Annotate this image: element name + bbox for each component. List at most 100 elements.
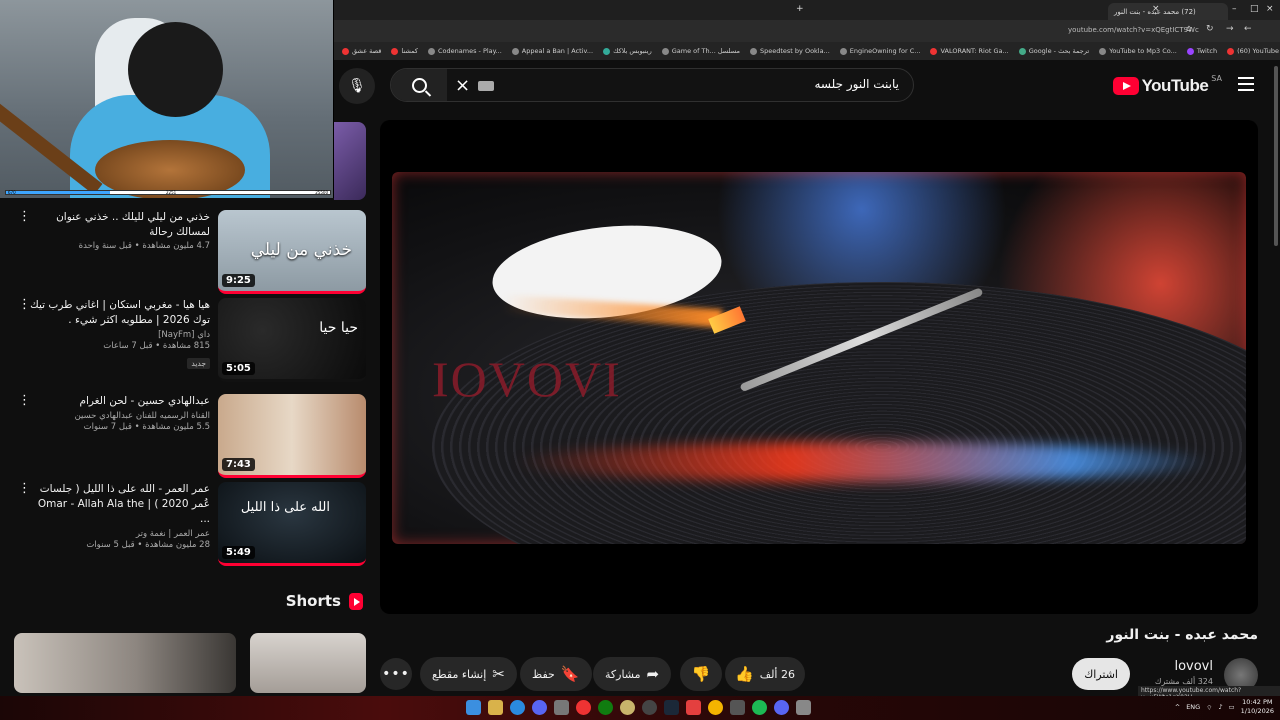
bookmark-item[interactable]: YouTube to Mp3 Co... <box>1099 47 1177 55</box>
page-scrollbar[interactable] <box>1272 60 1280 696</box>
like-icon[interactable]: 👍 <box>735 665 754 683</box>
bookmark-item[interactable]: EngineOwning for C... <box>839 47 920 55</box>
youtube-logo[interactable]: YouTube SA <box>1112 74 1222 96</box>
scrollbar-thumb[interactable] <box>1274 66 1278 246</box>
channel-name[interactable]: lovovl <box>1174 659 1213 674</box>
short-card[interactable] <box>250 633 366 693</box>
bookmark-favicon-icon <box>511 47 519 55</box>
window-close-icon[interactable]: × <box>1266 4 1274 14</box>
browser-tab[interactable]: (72) محمد عبده - بنت النور <box>1108 3 1228 20</box>
obs-icon[interactable] <box>642 700 657 715</box>
back-icon[interactable]: ← <box>1244 24 1252 34</box>
video-title-link[interactable]: خذني من ليلي لليلك .. خذني عنوان لمسالك … <box>30 210 210 240</box>
discord-icon[interactable] <box>532 700 547 715</box>
file-explorer-icon[interactable] <box>488 700 503 715</box>
short-card[interactable] <box>14 633 236 693</box>
video-title-link[interactable]: هيا هيا - مغربي استكان | اغاني طرب تيك ت… <box>30 298 210 328</box>
light-streak <box>512 442 1212 482</box>
bookmark-item[interactable]: Game of Th... مسلسل <box>661 47 740 55</box>
language-indicator[interactable]: ENG <box>1186 703 1200 711</box>
channel-name[interactable]: عمر العمر | نغمة وتر <box>30 529 210 539</box>
forward-icon[interactable]: → <box>1226 24 1234 34</box>
list-item[interactable]: حيا حيا 5:05 هيا هيا - مغربي استكان | اغ… <box>10 298 366 382</box>
video-thumbnail[interactable]: الله على ذا الليل 5:49 <box>218 482 366 566</box>
clock[interactable]: 10:42 PM 1/10/2026 <box>1241 698 1274 716</box>
subscribe-button[interactable]: اشتراك <box>1072 658 1130 690</box>
video-meta: 5.5 مليون مشاهدة • قبل 7 سنوات <box>83 422 210 432</box>
dislike-icon: 👎 <box>691 665 711 683</box>
channel-name[interactable]: القناة الرسميه للفنان عبدالهادي حسين <box>30 411 210 421</box>
clip-button[interactable]: ✂ إنشاء مقطع <box>420 657 517 691</box>
list-item[interactable]: الله على ذا الليل 5:49 عمر العمر - الله … <box>10 482 366 566</box>
bookmark-favicon-icon <box>661 47 669 55</box>
video-title-link[interactable]: عبدالهادي حسين - لحن الغرام <box>30 394 210 409</box>
store-icon[interactable] <box>554 700 569 715</box>
save-button[interactable]: 🔖 حفظ <box>520 657 592 691</box>
share-button[interactable]: ➦ مشاركة <box>593 657 672 691</box>
bookmark-item[interactable]: Twitch <box>1186 47 1217 55</box>
video-player[interactable]: IOVOVI <box>380 120 1258 614</box>
tab-close-icon[interactable]: × <box>1152 4 1160 14</box>
bookmark-item[interactable]: كمشنا <box>391 47 418 55</box>
list-item[interactable]: 7:43 عبدالهادي حسين - لحن الغرام القناة … <box>10 394 366 478</box>
dislike-button[interactable]: 👎 <box>680 657 722 691</box>
more-actions-icon[interactable]: ••• <box>380 658 412 690</box>
tray-chevron-icon[interactable]: ^ <box>1175 703 1180 711</box>
kebab-menu-icon[interactable]: ⋮ <box>18 482 31 495</box>
bookmark-item[interactable]: (60) YouTube <box>1227 47 1279 55</box>
search-button[interactable] <box>391 69 447 101</box>
clear-search-icon[interactable]: × <box>455 75 470 96</box>
discord-alt-icon[interactable] <box>774 700 789 715</box>
bookmark-item[interactable]: قصة عشق <box>342 47 381 55</box>
xbox-icon[interactable] <box>598 700 613 715</box>
minimize-icon[interactable]: – <box>1232 4 1237 14</box>
new-tab-icon[interactable]: + <box>796 4 804 14</box>
edge-icon[interactable] <box>510 700 525 715</box>
steam-icon[interactable] <box>664 700 679 715</box>
video-thumbnail[interactable]: حيا حيا 5:05 <box>218 298 366 382</box>
maximize-icon[interactable]: □ <box>1250 4 1259 14</box>
windows-start-icon[interactable] <box>466 700 481 715</box>
channel-name[interactable]: داي [NayFm] <box>30 330 210 340</box>
opera-icon[interactable] <box>576 700 591 715</box>
tool-icon[interactable] <box>796 700 811 715</box>
search-input[interactable]: × يابنت النور جلسه <box>390 68 914 102</box>
battery-icon[interactable]: ▭ <box>1229 703 1235 711</box>
bookmark-label: Appeal a Ban | Activ... <box>521 47 594 55</box>
list-item[interactable]: خذني من ليلي 9:25 خذني من ليلي لليلك .. … <box>10 210 366 294</box>
bookmark-item[interactable]: Codenames - Play... <box>428 47 502 55</box>
video-frame: IOVOVI <box>392 172 1246 544</box>
chrome-icon[interactable] <box>708 700 723 715</box>
bookmark-favicon-icon <box>1099 47 1107 55</box>
spotify-icon[interactable] <box>752 700 767 715</box>
hamburger-menu-icon[interactable] <box>1238 77 1254 91</box>
bookmark-item[interactable]: VALORANT: Riot Ga... <box>930 47 1009 55</box>
video-thumbnail[interactable]: خذني من ليلي 9:25 <box>218 210 366 294</box>
voice-search-button[interactable]: 🎙 <box>339 68 375 104</box>
valorant-icon[interactable] <box>686 700 701 715</box>
kebab-menu-icon[interactable]: ⋮ <box>18 210 31 223</box>
webcam-progress-bar: 670 2251 25500 <box>5 190 331 195</box>
kebab-menu-icon[interactable]: ⋮ <box>18 298 31 311</box>
wifi-icon[interactable]: ⌔ <box>1206 703 1212 712</box>
kebab-menu-icon[interactable]: ⋮ <box>18 394 31 407</box>
bookmark-item[interactable]: Speedtest by Ookla... <box>749 47 830 55</box>
share-label: مشاركة <box>605 667 641 681</box>
partial-thumbnail[interactable] <box>334 122 366 200</box>
bookmark-item[interactable]: Appeal a Ban | Activ... <box>511 47 594 55</box>
keyboard-icon[interactable] <box>478 81 494 91</box>
bookmark-item[interactable]: Google - ترجمة بحث <box>1018 47 1089 55</box>
video-title-link[interactable]: عمر العمر - الله على ذا الليل ( جلسات عُ… <box>30 482 210 527</box>
home-icon[interactable]: ⌂ <box>1186 24 1192 34</box>
video-title: محمد عبده - بنت النور <box>1106 627 1258 643</box>
terminal-icon[interactable] <box>730 700 745 715</box>
scissors-icon: ✂ <box>492 665 505 683</box>
bookmark-item[interactable]: رينبوبس بلاكك <box>603 47 652 55</box>
search-icon <box>411 77 427 93</box>
volume-icon[interactable]: ♪ <box>1218 703 1222 711</box>
progress-label-left: 670 <box>8 190 16 195</box>
reload-icon[interactable]: ↻ <box>1206 24 1214 34</box>
address-bar[interactable]: youtube.com/watch?v=xQEgtICT9Wc ⌂ ↻ → ← <box>334 20 1280 42</box>
video-thumbnail[interactable]: 7:43 <box>218 394 366 478</box>
app-icon[interactable] <box>620 700 635 715</box>
